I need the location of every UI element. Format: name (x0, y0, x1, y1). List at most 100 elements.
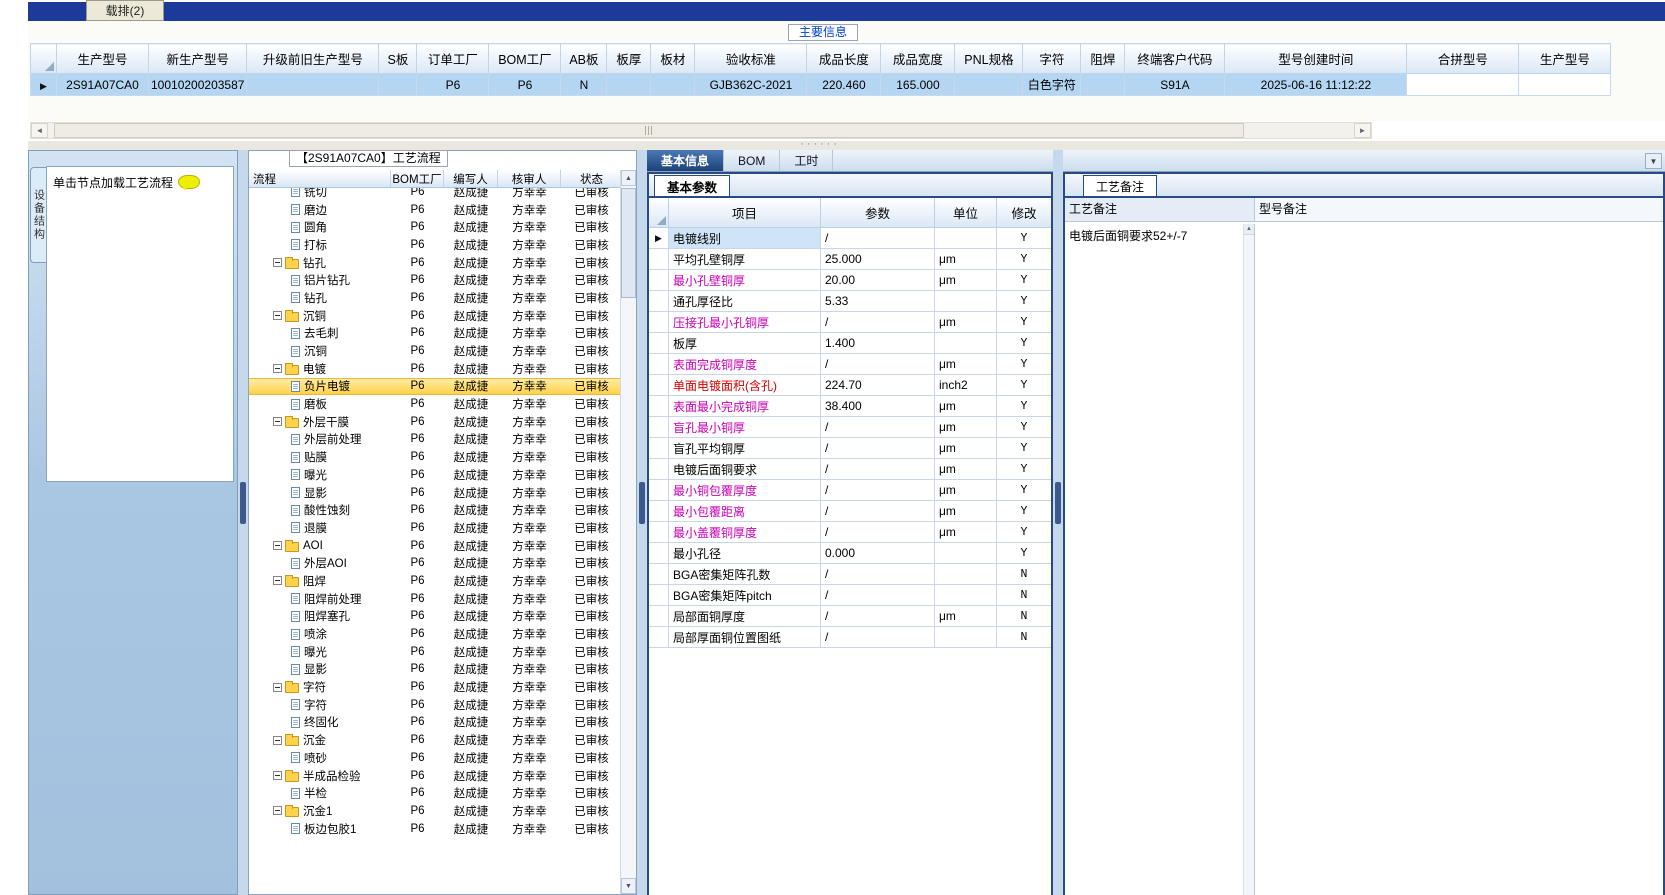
main-col-header[interactable]: 板材 (650, 43, 696, 74)
param-row-selector[interactable]: ▶ (649, 228, 669, 249)
param-row-selector[interactable] (649, 564, 669, 585)
param-row[interactable]: 盲孔最小铜厚 / μm Y (649, 417, 1051, 438)
tab-equipment-structure[interactable]: 设备结构 (30, 167, 46, 263)
param-item-cell[interactable]: BGA密集矩阵孔数 (669, 564, 821, 585)
col-header-process-notes[interactable]: 工艺备注 (1065, 198, 1255, 221)
param-item-cell[interactable]: 最小孔壁铜厚 (669, 270, 821, 291)
param-row-selector[interactable] (649, 249, 669, 270)
tree-row[interactable]: 阻焊 P6 赵成捷 方幸幸 已审核 (249, 572, 620, 590)
param-row-selector[interactable] (649, 417, 669, 438)
col-header-item[interactable]: 项目 (669, 198, 821, 228)
param-item-cell[interactable]: 最小孔径 (669, 543, 821, 564)
col-header-modify[interactable]: 修改 (997, 198, 1051, 228)
param-value-cell[interactable]: / (821, 438, 935, 459)
param-item-cell[interactable]: 单面电镀面积(含孔) (669, 375, 821, 396)
tree-row[interactable]: 半成品检验 P6 赵成捷 方幸幸 已审核 (249, 767, 620, 785)
param-row-selector[interactable] (649, 627, 669, 648)
main-data-cell[interactable]: 2025-06-16 11:12:22 (1224, 73, 1408, 96)
param-row[interactable]: BGA密集矩阵pitch / N (649, 585, 1051, 606)
param-row-selector[interactable] (649, 522, 669, 543)
main-data-cell[interactable] (1406, 73, 1520, 96)
vertical-splitter-2[interactable] (637, 150, 647, 895)
tree-row[interactable]: 字符 P6 赵成捷 方幸幸 已审核 (249, 696, 620, 714)
horizontal-scrollbar[interactable]: ◄ ► (30, 122, 1372, 139)
tree-row[interactable]: 沉金 P6 赵成捷 方幸幸 已审核 (249, 731, 620, 749)
main-data-cell[interactable]: 220.460 (806, 73, 882, 96)
param-item-cell[interactable]: 平均孔壁铜厚 (669, 249, 821, 270)
main-data-cell[interactable]: P6 (416, 73, 490, 96)
main-data-cell[interactable]: S91A (1124, 73, 1226, 96)
param-row[interactable]: 表面完成铜厚度 / μm Y (649, 354, 1051, 375)
tree-vertical-scrollbar[interactable]: ▲ ▼ (620, 170, 636, 894)
splitter-handle-icon[interactable] (1055, 482, 1061, 524)
tree-row[interactable]: 钻孔 P6 赵成捷 方幸幸 已审核 (249, 254, 620, 272)
tab-basic-info[interactable]: 基本信息 (647, 150, 725, 171)
top-tab-fragment[interactable]: 载排(2) (86, 0, 164, 21)
param-value-cell[interactable]: 1.400 (821, 333, 935, 354)
tree-row[interactable]: 半检 P6 赵成捷 方幸幸 已审核 (249, 784, 620, 802)
main-col-header[interactable]: 成品长度 (806, 43, 882, 74)
tree-row[interactable]: 终固化 P6 赵成捷 方幸幸 已审核 (249, 714, 620, 732)
tree-row[interactable]: 喷砂 P6 赵成捷 方幸幸 已审核 (249, 749, 620, 767)
param-item-cell[interactable]: 表面完成铜厚度 (669, 354, 821, 375)
collapse-icon[interactable] (273, 364, 282, 374)
param-row-selector[interactable] (649, 585, 669, 606)
main-data-cell[interactable]: 白色字符 (1022, 73, 1082, 96)
param-row-selector[interactable] (649, 291, 669, 312)
param-row-selector-header[interactable] (649, 198, 669, 228)
vertical-splitter-1[interactable] (238, 150, 248, 895)
tree-row[interactable]: 负片电镀 P6 赵成捷 方幸幸 已审核 (249, 377, 620, 396)
main-col-header[interactable]: S板 (378, 43, 418, 74)
main-data-cell[interactable] (246, 73, 380, 96)
main-col-header[interactable]: 型号创建时间 (1224, 43, 1408, 74)
col-header-model-notes[interactable]: 型号备注 (1255, 198, 1663, 221)
scroll-up-icon[interactable]: ▲ (1244, 224, 1254, 235)
tree-row[interactable]: 喷涂 P6 赵成捷 方幸幸 已审核 (249, 625, 620, 643)
scrollbar-thumb[interactable] (54, 123, 1244, 138)
tree-row[interactable]: 曝光 P6 赵成捷 方幸幸 已审核 (249, 466, 620, 484)
param-row[interactable]: 最小孔径 0.000 Y (649, 543, 1051, 564)
notes-mini-scrollbar[interactable]: ▲ (1243, 224, 1254, 895)
vertical-splitter-3[interactable] (1053, 150, 1063, 895)
param-row-selector[interactable] (649, 606, 669, 627)
main-col-header[interactable]: 合拼型号 (1406, 43, 1520, 74)
param-item-cell[interactable]: 盲孔平均铜厚 (669, 438, 821, 459)
param-row[interactable]: 通孔厚径比 5.33 Y (649, 291, 1051, 312)
col-header-author[interactable]: 编写人 (444, 170, 498, 187)
param-row[interactable]: 盲孔平均铜厚 / μm Y (649, 438, 1051, 459)
main-data-cell[interactable]: P6 (488, 73, 562, 96)
collapse-icon[interactable] (273, 311, 282, 321)
scroll-left-icon[interactable]: ◄ (31, 123, 48, 138)
tree-row[interactable]: 显影 P6 赵成捷 方幸幸 已审核 (249, 484, 620, 502)
param-value-cell[interactable]: / (821, 354, 935, 375)
param-value-cell[interactable]: 0.000 (821, 543, 935, 564)
tree-row[interactable]: 显影 P6 赵成捷 方幸幸 已审核 (249, 661, 620, 679)
param-row-selector[interactable] (649, 354, 669, 375)
param-row[interactable]: 单面电镀面积(含孔) 224.70 inch2 Y (649, 375, 1051, 396)
tree-row[interactable]: 外层干膜 P6 赵成捷 方幸幸 已审核 (249, 413, 620, 431)
param-item-cell[interactable]: 局部厚面铜位置图纸 (669, 627, 821, 648)
collapse-icon[interactable] (273, 417, 282, 427)
main-data-cell[interactable] (1518, 73, 1612, 96)
main-data-cell[interactable]: 2S91A07CA0 (56, 73, 149, 96)
process-notes-cell[interactable]: 电镀后面铜要求52+/-7 ▲ (1065, 224, 1255, 895)
main-data-cell[interactable]: 165.000 (880, 73, 956, 96)
param-row-selector[interactable] (649, 333, 669, 354)
col-header-value[interactable]: 参数 (821, 198, 935, 228)
collapse-icon[interactable] (273, 806, 282, 816)
row-selector-header[interactable] (30, 43, 57, 74)
tree-row[interactable]: 沉金1 P6 赵成捷 方幸幸 已审核 (249, 802, 620, 820)
param-item-cell[interactable]: 最小盖覆铜厚度 (669, 522, 821, 543)
param-value-cell[interactable]: / (821, 312, 935, 333)
tree-row[interactable]: 阻焊前处理 P6 赵成捷 方幸幸 已审核 (249, 590, 620, 608)
param-item-cell[interactable]: 电镀后面铜要求 (669, 459, 821, 480)
tree-row[interactable]: 字符 P6 赵成捷 方幸幸 已审核 (249, 678, 620, 696)
param-row-selector[interactable] (649, 270, 669, 291)
param-row[interactable]: 最小孔壁铜厚 20.00 μm Y (649, 270, 1051, 291)
param-value-cell[interactable]: / (821, 606, 935, 627)
main-col-header[interactable]: 生产型号 (1518, 43, 1612, 74)
tree-row[interactable]: 去毛刺 P6 赵成捷 方幸幸 已审核 (249, 325, 620, 343)
tree-scrollbar-thumb[interactable] (621, 188, 636, 298)
tree-row[interactable]: 铝片钻孔 P6 赵成捷 方幸幸 已审核 (249, 271, 620, 289)
scroll-up-icon[interactable]: ▲ (621, 170, 636, 186)
